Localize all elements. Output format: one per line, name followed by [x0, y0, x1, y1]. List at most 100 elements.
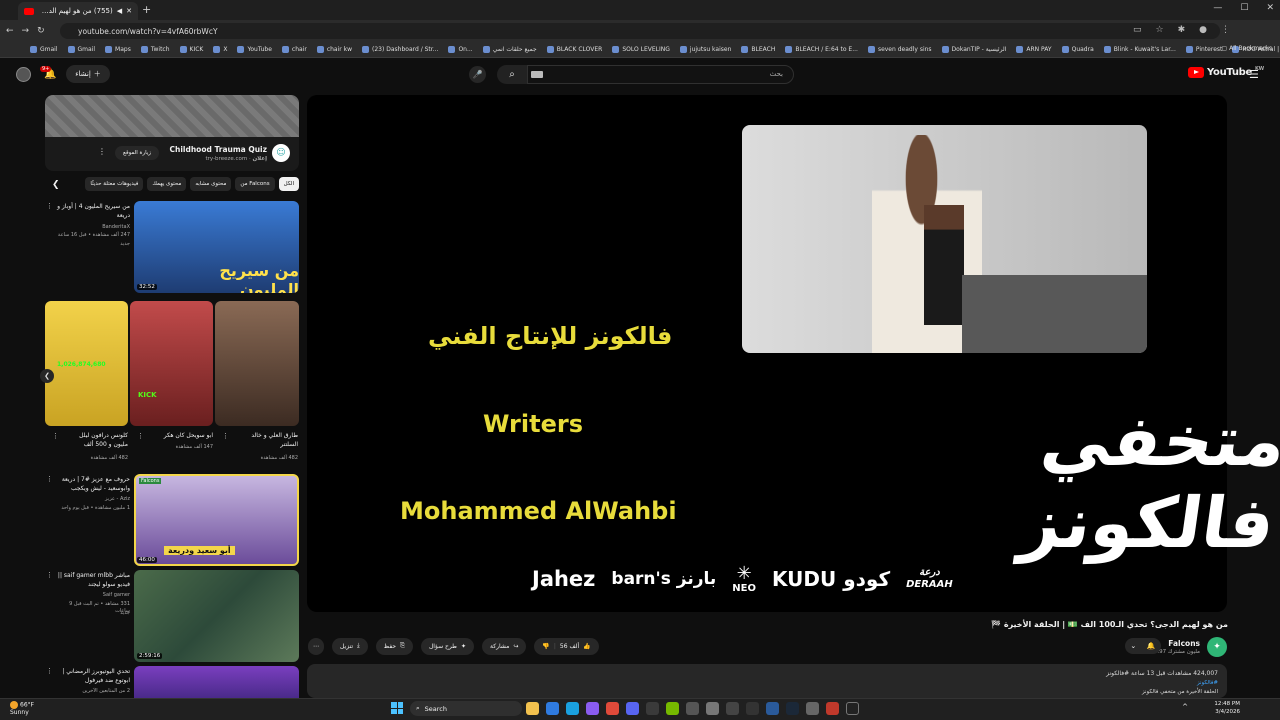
chip-from-falcons[interactable]: من Falcons: [235, 177, 275, 191]
tab-mute-icon[interactable]: ◀: [117, 7, 122, 15]
profile-icon[interactable]: ●: [1199, 25, 1207, 35]
start-button[interactable]: [391, 702, 403, 714]
video-thumbnail[interactable]: Falcons أبو سعيد ودريعة 46:00: [134, 474, 299, 566]
terminal-icon[interactable]: [846, 702, 859, 715]
tab-close-icon[interactable]: ✕: [126, 7, 132, 15]
bookmark-item[interactable]: Blink - Kuwait's Lar...: [1103, 46, 1176, 53]
taskbar-search[interactable]: ⌕ Search: [410, 701, 522, 716]
share-button[interactable]: مشاركة ↪: [482, 637, 527, 655]
xbox-icon[interactable]: [646, 702, 659, 715]
chip-all[interactable]: الكل: [278, 177, 299, 191]
bookmark-item[interactable]: ARN PAY: [1016, 46, 1052, 53]
visit-site-button[interactable]: زيارة الموقع: [115, 146, 159, 160]
subscription-bell-button[interactable]: ⌄ 🔔: [1125, 638, 1161, 654]
maximize-icon[interactable]: ☐: [1240, 3, 1248, 13]
bookmark-item[interactable]: DokanTIP - الرئيسية: [941, 46, 1006, 53]
bookmark-item[interactable]: Maps: [105, 46, 131, 53]
bookmark-item[interactable]: Gmail: [67, 46, 95, 53]
bookmark-item[interactable]: SOLO LEVELING: [612, 46, 670, 53]
address-bar[interactable]: youtube.com/watch?v=4vfA60rbWcY: [60, 23, 1220, 39]
like-icon[interactable]: 👍: [583, 643, 590, 650]
shorts-left-arrow-icon[interactable]: ❮: [40, 369, 54, 383]
video-more-icon[interactable]: ⋮: [46, 667, 53, 675]
back-icon[interactable]: ←: [6, 26, 14, 36]
chip-recently-uploaded[interactable]: فيديوهات معتلة حديثًا: [85, 177, 144, 191]
video-title[interactable]: تحدي اليوتيوبرز الرمضاني | ابوتوع ضد فير…: [56, 667, 130, 685]
bookmark-item[interactable]: BLEACH / E:64 to E...: [785, 46, 858, 53]
video-channel[interactable]: Saif gamer: [56, 592, 130, 599]
channel-avatar[interactable]: ✦: [1207, 637, 1227, 657]
video-more-icon[interactable]: ⋮: [46, 202, 53, 210]
steam-icon[interactable]: [786, 702, 799, 715]
short-more-icon[interactable]: ⋮: [137, 432, 144, 440]
weather-widget[interactable]: 66°F Sunny: [10, 701, 34, 716]
short-more-icon[interactable]: ⋮: [52, 432, 59, 440]
video-channel[interactable]: BanderitaX: [56, 224, 130, 231]
bookmark-item[interactable]: seven deadly sins: [867, 46, 932, 53]
video-more-icon[interactable]: ⋮: [46, 571, 53, 579]
create-button[interactable]: إنشاء ＋: [66, 65, 110, 83]
reload-icon[interactable]: ↻: [37, 26, 45, 36]
menu-icon[interactable]: ⋮: [1221, 25, 1230, 35]
ad-more-icon[interactable]: ⋮: [98, 147, 106, 156]
system-clock[interactable]: 12:48 PM 3/4/2026: [1214, 700, 1240, 716]
bookmark-item[interactable]: Pinterest: [1185, 46, 1222, 53]
search-input[interactable]: بحث: [527, 65, 794, 84]
app-icon[interactable]: [806, 702, 819, 715]
chip-related[interactable]: محتوى مشابه: [190, 177, 232, 191]
short-thumbnail[interactable]: [215, 301, 299, 426]
ad-card[interactable]: ⋮ زيارة الموقع Childhood Trauma Quiz try…: [45, 95, 299, 171]
new-tab-button[interactable]: +: [142, 3, 151, 16]
video-title[interactable]: مباشر saif gamer mlbb || فيديو سولو ليجن…: [56, 571, 130, 589]
minimize-icon[interactable]: —: [1213, 3, 1222, 13]
ask-button[interactable]: طرح سؤال ✦: [420, 637, 474, 655]
bookmark-item[interactable]: KICK: [179, 46, 203, 53]
voice-search-mic-icon[interactable]: 🎤: [469, 66, 486, 83]
account-avatar[interactable]: [16, 67, 31, 82]
bookmark-item[interactable]: chair kw: [316, 46, 352, 53]
bookmark-item[interactable]: جميع حلقات انمي: [482, 46, 537, 53]
description-tags[interactable]: #فالكونز: [1197, 680, 1218, 686]
mail-icon[interactable]: [546, 702, 559, 715]
short-more-icon[interactable]: ⋮: [222, 432, 229, 440]
nvidia-icon[interactable]: [666, 702, 679, 715]
channel-name[interactable]: Falcons: [1168, 639, 1200, 648]
bookmark-star-icon[interactable]: ☆: [1156, 25, 1164, 35]
bookmark-item[interactable]: BLEACH: [741, 46, 775, 53]
discord-icon[interactable]: [626, 702, 639, 715]
video-title[interactable]: من سيريح المليون 4 | أوباز و دريعة: [56, 202, 130, 220]
cast-icon[interactable]: ▭: [1133, 25, 1142, 35]
browser-tab-active[interactable]: (755) من هو لهيم الدجى؟ ت ◀ ✕: [18, 2, 138, 20]
close-window-icon[interactable]: ✕: [1266, 3, 1274, 13]
short-thumbnail[interactable]: KICK: [130, 301, 213, 426]
video-thumbnail[interactable]: 2:59:16: [134, 570, 299, 662]
bookmark-item[interactable]: jujutsu kaisen: [679, 46, 731, 53]
chip-for-you[interactable]: محتوى يهمك: [147, 177, 187, 191]
extensions-icon[interactable]: ✱: [1178, 25, 1186, 35]
bookmark-item[interactable]: Twitch: [140, 46, 170, 53]
tray-overflow-icon[interactable]: ^: [1182, 703, 1188, 711]
edge-icon[interactable]: [566, 702, 579, 715]
app-icon[interactable]: [726, 702, 739, 715]
all-bookmarks-button[interactable]: ▢ All Bookmarks: [1222, 45, 1272, 52]
app-icon[interactable]: [746, 702, 759, 715]
description-box[interactable]: [307, 664, 1227, 698]
guide-menu-icon[interactable]: ☰: [1249, 68, 1259, 81]
media-icon[interactable]: [686, 702, 699, 715]
short-title[interactable]: طارق العلي و خالد السلتنر: [240, 431, 298, 449]
bookmark-item[interactable]: Gmail: [30, 46, 58, 53]
keyboard-icon[interactable]: [531, 71, 543, 78]
chips-left-arrow-icon[interactable]: ❮: [52, 180, 60, 190]
settings-icon[interactable]: [706, 702, 719, 715]
file-explorer-icon[interactable]: [526, 702, 539, 715]
video-thumbnail[interactable]: من سيريح المليون 32:52: [134, 201, 299, 293]
bookmark-item[interactable]: (23) Dashboard / Str...: [362, 46, 438, 53]
copilot-icon[interactable]: [586, 702, 599, 715]
chrome-icon[interactable]: [606, 702, 619, 715]
bookmark-item[interactable]: X: [213, 46, 227, 53]
video-more-icon[interactable]: ⋮: [46, 475, 53, 483]
bookmark-item[interactable]: chair: [281, 46, 307, 53]
bookmark-item[interactable]: BLACK CLOVER: [546, 46, 602, 53]
more-actions-button[interactable]: ⋯: [308, 637, 324, 655]
save-button[interactable]: حفظ ⎘: [375, 637, 413, 655]
